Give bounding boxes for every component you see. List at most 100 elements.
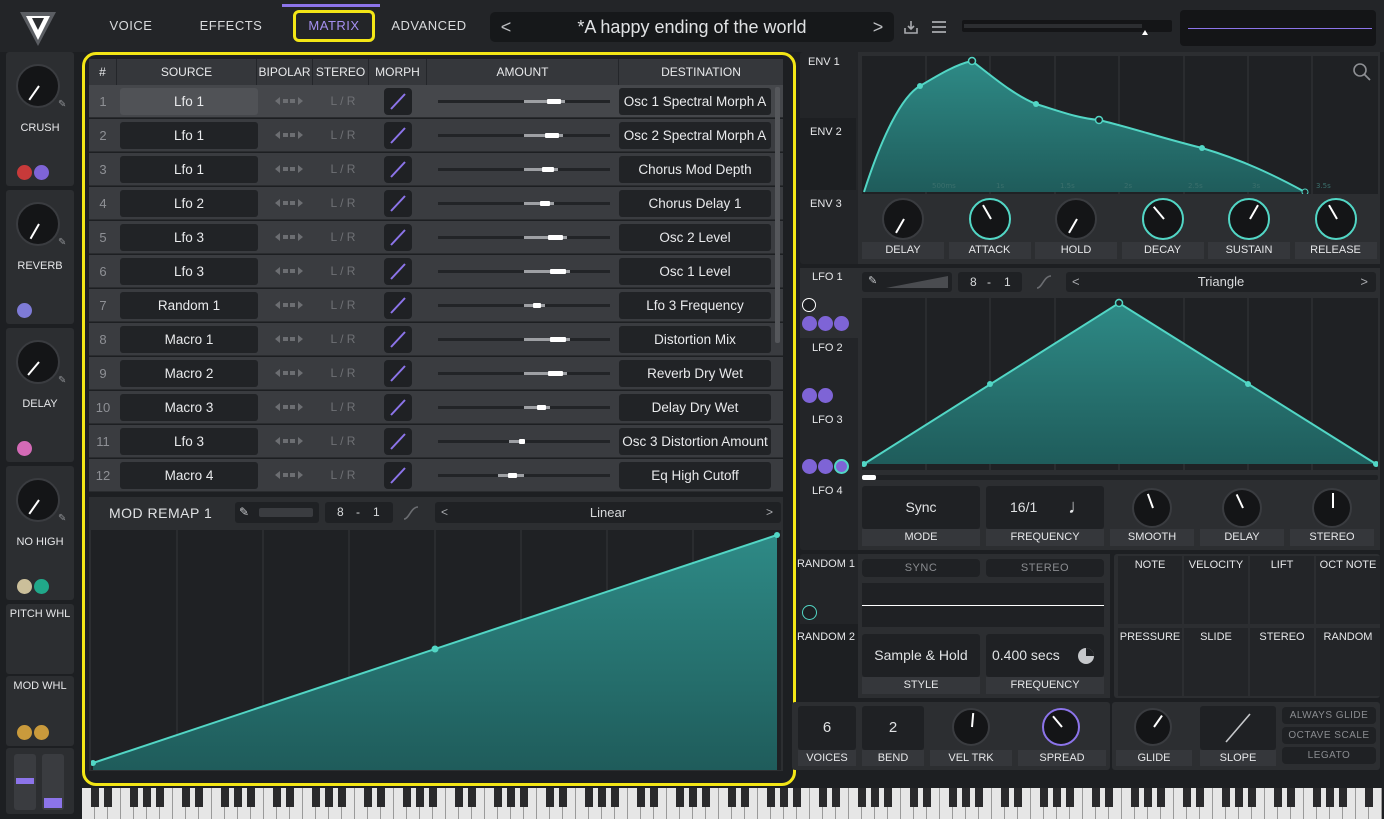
stereo-toggle[interactable]: L / R: [323, 221, 363, 254]
destination-selector[interactable]: Delay Dry Wet: [619, 394, 771, 421]
stereo-toggle[interactable]: L / R: [323, 357, 363, 390]
black-key[interactable]: [273, 788, 281, 807]
source-selector[interactable]: Lfo 2: [120, 190, 258, 217]
black-key[interactable]: [1144, 788, 1152, 807]
stereo-toggle[interactable]: L / R: [323, 425, 363, 458]
bipolar-toggle-icon[interactable]: [273, 331, 305, 347]
mod-source-note[interactable]: NOTE: [1118, 556, 1182, 624]
black-key[interactable]: [429, 788, 437, 807]
black-key[interactable]: [793, 788, 801, 807]
morph-curve-icon[interactable]: [384, 224, 412, 251]
black-key[interactable]: [195, 788, 203, 807]
bipolar-toggle-icon[interactable]: [273, 263, 305, 279]
mod-dot-purple[interactable]: [17, 303, 32, 318]
bipolar-toggle-icon[interactable]: [273, 365, 305, 381]
amount-slider[interactable]: [438, 133, 610, 138]
black-key[interactable]: [884, 788, 892, 807]
black-key[interactable]: [221, 788, 229, 807]
bipolar-toggle-icon[interactable]: [273, 229, 305, 245]
remap-paint-control[interactable]: ✎: [235, 502, 319, 523]
matrix-row[interactable]: 1 Lfo 1 L / R Osc 1 Spectral Morph A: [89, 85, 783, 118]
destination-selector[interactable]: Reverb Dry Wet: [619, 360, 771, 387]
mod-dot-purple[interactable]: [834, 459, 849, 474]
black-key[interactable]: [1092, 788, 1100, 807]
morph-curve-icon[interactable]: [384, 394, 412, 421]
black-key[interactable]: [1365, 788, 1373, 807]
black-key[interactable]: [546, 788, 554, 807]
source-selector[interactable]: Lfo 1: [120, 156, 258, 183]
source-selector[interactable]: Macro 2: [120, 360, 258, 387]
black-key[interactable]: [1248, 788, 1256, 807]
black-key[interactable]: [338, 788, 346, 807]
matrix-row[interactable]: 2 Lfo 1 L / R Osc 2 Spectral Morph A: [89, 119, 783, 152]
black-key[interactable]: [156, 788, 164, 807]
black-key[interactable]: [702, 788, 710, 807]
paint-slider[interactable]: [259, 508, 313, 517]
black-key[interactable]: [637, 788, 645, 807]
edit-pencil-icon[interactable]: ✎: [58, 514, 68, 524]
lfo-phase-bar[interactable]: [862, 475, 1378, 480]
shape-next-button[interactable]: >: [1360, 272, 1368, 292]
bipolar-toggle-icon[interactable]: [273, 467, 305, 483]
edit-pencil-icon[interactable]: ✎: [58, 100, 68, 110]
destination-selector[interactable]: Eq High Cutoff: [619, 462, 771, 489]
remap-shape-selector[interactable]: < Linear >: [435, 502, 781, 523]
amount-slider[interactable]: [438, 371, 610, 376]
random-frequency-value[interactable]: 0.400 secs: [986, 634, 1104, 677]
black-key[interactable]: [1157, 788, 1165, 807]
tab-effects[interactable]: EFFECTS: [196, 10, 266, 42]
destination-selector[interactable]: Chorus Delay 1: [619, 190, 771, 217]
black-key[interactable]: [377, 788, 385, 807]
env-sustain-knob[interactable]: [1228, 198, 1270, 240]
stereo-toggle[interactable]: L / R: [323, 391, 363, 424]
env-release-knob[interactable]: [1314, 198, 1357, 240]
amount-slider[interactable]: [438, 235, 610, 240]
lfo-mode-button[interactable]: Sync: [862, 486, 980, 529]
crush-knob[interactable]: [16, 64, 60, 108]
smooth-curve-icon[interactable]: [1034, 272, 1054, 292]
glide-slope-graph[interactable]: [1200, 706, 1276, 750]
black-key[interactable]: [962, 788, 970, 807]
bipolar-toggle-icon[interactable]: [273, 433, 305, 449]
env-tab-2[interactable]: ENV 2: [810, 126, 850, 138]
shape-next-button[interactable]: >: [766, 502, 773, 523]
morph-curve-icon[interactable]: [384, 360, 412, 387]
tempo-sync-icon[interactable]: [1076, 646, 1096, 666]
remap-curve-editor[interactable]: [91, 530, 781, 770]
black-key[interactable]: [182, 788, 190, 807]
edit-pencil-icon[interactable]: ✎: [58, 238, 68, 248]
black-key[interactable]: [1040, 788, 1048, 807]
mod-dot-red[interactable]: [17, 165, 32, 180]
menu-icon[interactable]: [930, 18, 948, 36]
morph-curve-icon[interactable]: [384, 462, 412, 489]
preset-next-button[interactable]: >: [866, 12, 890, 42]
lfo-stereo-knob[interactable]: [1312, 488, 1352, 528]
octave-scale-toggle[interactable]: OCTAVE SCALE: [1282, 727, 1376, 744]
black-key[interactable]: [767, 788, 775, 807]
spread-knob[interactable]: [1042, 708, 1080, 746]
black-key[interactable]: [910, 788, 918, 807]
black-key[interactable]: [286, 788, 294, 807]
destination-selector[interactable]: Osc 3 Distortion Amount: [619, 428, 771, 455]
lfo-paint-control[interactable]: ✎: [862, 272, 952, 292]
bipolar-toggle-icon[interactable]: [273, 399, 305, 415]
destination-selector[interactable]: Distortion Mix: [619, 326, 771, 353]
mod-dot-pink[interactable]: [17, 441, 32, 456]
black-key[interactable]: [403, 788, 411, 807]
mod-dot-beige[interactable]: [17, 579, 32, 594]
black-key[interactable]: [1339, 788, 1347, 807]
black-key[interactable]: [1183, 788, 1191, 807]
random-tab-1[interactable]: RANDOM 1: [796, 558, 856, 570]
black-key[interactable]: [1274, 788, 1282, 807]
shape-prev-button[interactable]: <: [441, 502, 448, 523]
vel-trk-knob[interactable]: [952, 708, 990, 746]
edit-pencil-icon[interactable]: ✎: [58, 376, 68, 386]
matrix-row[interactable]: 11 Lfo 3 L / R Osc 3 Distortion Amount: [89, 425, 783, 458]
lfo-frequency-text[interactable]: 16/1: [1010, 486, 1037, 529]
env-attack-knob[interactable]: [968, 198, 1011, 240]
lfo-delay-knob[interactable]: [1222, 488, 1262, 528]
matrix-row[interactable]: 9 Macro 2 L / R Reverb Dry Wet: [89, 357, 783, 390]
morph-curve-icon[interactable]: [384, 88, 412, 115]
random-sync-toggle[interactable]: SYNC: [862, 559, 980, 577]
mod-dot-purple[interactable]: [818, 316, 833, 331]
